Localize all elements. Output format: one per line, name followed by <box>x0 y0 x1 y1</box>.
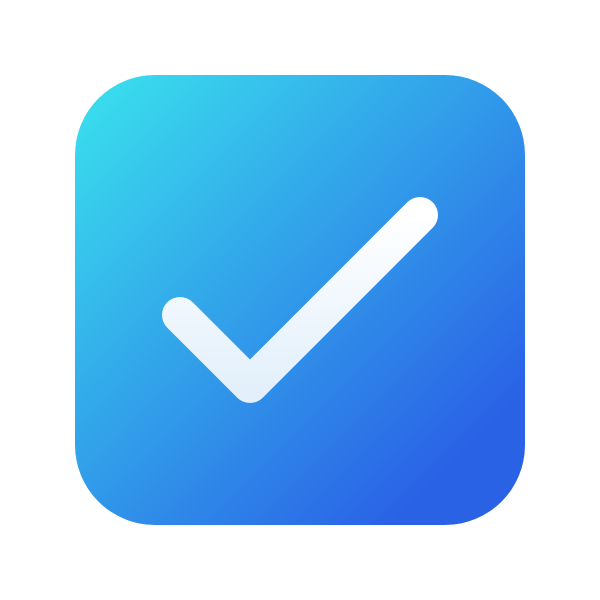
tile-background <box>75 75 525 525</box>
checkbox-icon <box>75 75 525 525</box>
canvas <box>0 0 600 600</box>
app-icon-tile <box>75 75 525 525</box>
